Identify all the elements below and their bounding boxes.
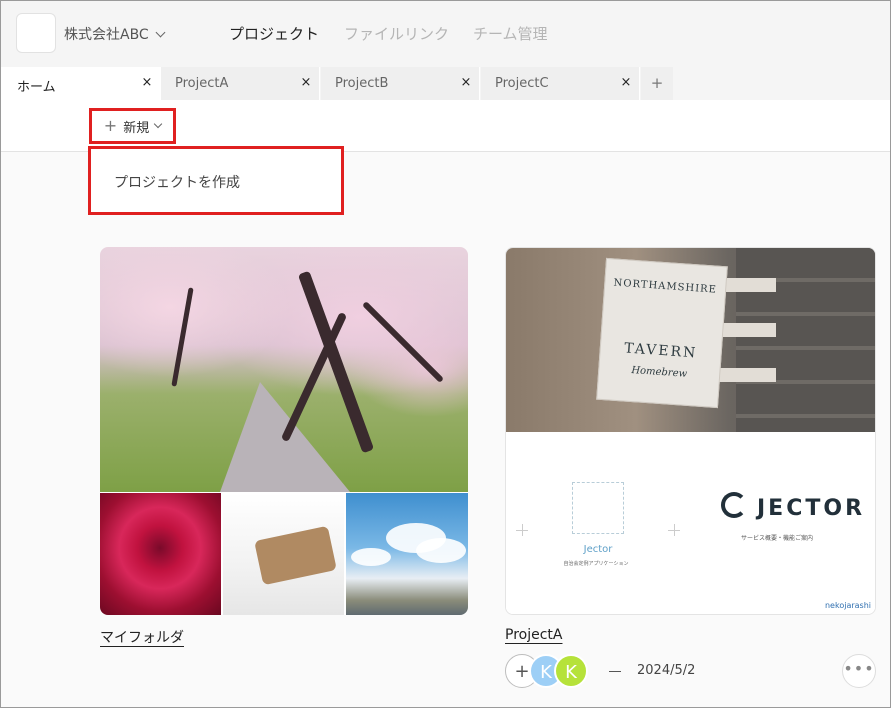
chevron-down-icon bbox=[153, 119, 163, 129]
close-icon[interactable]: × bbox=[140, 75, 154, 90]
tab-label: ProjectC bbox=[495, 76, 549, 91]
more-options-button[interactable]: ••• bbox=[842, 654, 876, 688]
jector-brand: JECTOR bbox=[721, 492, 865, 521]
sign-line: Homebrew bbox=[631, 364, 688, 380]
tab-project-c[interactable]: ProjectC × bbox=[481, 67, 640, 100]
bag-shape bbox=[254, 525, 337, 586]
nav-team-management[interactable]: チーム管理 bbox=[473, 23, 548, 44]
jector-logo-icon bbox=[721, 492, 747, 518]
tab-label: ホーム bbox=[17, 80, 56, 95]
sky-image bbox=[346, 493, 468, 615]
presentation-slides: Jector 自治会定例アプリケーション JECTOR サービス概要・機能ご案内… bbox=[506, 432, 875, 614]
project-card-thumbnail[interactable]: NORTHAMSHIRE TAVERN Homebrew Jector 自治会定… bbox=[505, 247, 876, 615]
cherry-blossom-image bbox=[100, 247, 468, 492]
nav-file-links[interactable]: ファイルリンク bbox=[344, 23, 449, 44]
jector-wordcloud-logo bbox=[572, 482, 624, 534]
tree-branch bbox=[171, 287, 194, 387]
project-card-title[interactable]: ProjectA bbox=[505, 627, 562, 643]
tab-project-a[interactable]: ProjectA × bbox=[161, 67, 320, 100]
project-card-meta: + K K 2024/5/2 ••• bbox=[505, 654, 876, 690]
slide-subcaption: サービス概要・機能ご案内 bbox=[741, 535, 814, 542]
menu-item-create-project[interactable]: プロジェクトを作成 bbox=[114, 172, 240, 192]
tab-home[interactable]: ホーム × bbox=[1, 67, 161, 100]
tab-bar: ホーム × ProjectA × ProjectB × ProjectC × + bbox=[1, 65, 890, 100]
nav-projects[interactable]: プロジェクト bbox=[229, 23, 319, 44]
folder-card-title[interactable]: マイフォルダ bbox=[100, 627, 184, 647]
app-window: 株式会社ABC プロジェクト ファイルリンク チーム管理 ホーム × Proje… bbox=[0, 0, 891, 708]
company-switcher[interactable]: 株式会社ABC bbox=[64, 24, 166, 44]
slide-subcaption: 自治会定例アプリケーション bbox=[563, 561, 629, 567]
close-icon[interactable]: × bbox=[299, 75, 313, 90]
tree-branch bbox=[361, 300, 445, 384]
stone-wall bbox=[736, 248, 875, 432]
watermark: nekojarashi bbox=[824, 601, 871, 610]
company-name: 株式会社ABC bbox=[64, 27, 149, 43]
folder-card-thumbnail[interactable] bbox=[100, 247, 468, 615]
tab-label: ProjectB bbox=[335, 76, 389, 91]
chevron-down-icon bbox=[155, 27, 166, 37]
company-logo[interactable] bbox=[16, 13, 56, 53]
tavern-sign: NORTHAMSHIRE TAVERN Homebrew bbox=[596, 257, 728, 409]
tab-label: ProjectA bbox=[175, 76, 229, 91]
avatar[interactable]: K bbox=[554, 654, 588, 688]
sign-line: NORTHAMSHIRE bbox=[613, 277, 718, 296]
cloud-shape bbox=[351, 548, 391, 566]
add-tab-button[interactable]: + bbox=[641, 67, 673, 100]
slide-divider bbox=[516, 530, 528, 531]
tavern-sign-image: NORTHAMSHIRE TAVERN Homebrew bbox=[506, 248, 875, 432]
new-button-label: 新規 bbox=[123, 120, 150, 136]
rose-image bbox=[100, 493, 221, 615]
paper-bag-image bbox=[223, 493, 344, 615]
toolbar: + 新規 bbox=[1, 100, 890, 152]
jector-brand-text: JECTOR bbox=[757, 496, 866, 521]
tab-project-b[interactable]: ProjectB × bbox=[321, 67, 480, 100]
separator bbox=[609, 671, 621, 672]
new-button[interactable]: + 新規 bbox=[89, 108, 176, 144]
plus-icon: + bbox=[103, 115, 118, 135]
sign-line: TAVERN bbox=[623, 340, 698, 362]
new-dropdown-menu: プロジェクトを作成 bbox=[88, 146, 344, 215]
top-nav: 株式会社ABC プロジェクト ファイルリンク チーム管理 bbox=[1, 1, 890, 65]
updated-date: 2024/5/2 bbox=[637, 663, 696, 678]
slide-divider bbox=[668, 530, 680, 531]
close-icon[interactable]: × bbox=[619, 75, 633, 90]
cloud-shape bbox=[416, 538, 466, 563]
slide-caption: Jector bbox=[583, 544, 613, 555]
close-icon[interactable]: × bbox=[459, 75, 473, 90]
